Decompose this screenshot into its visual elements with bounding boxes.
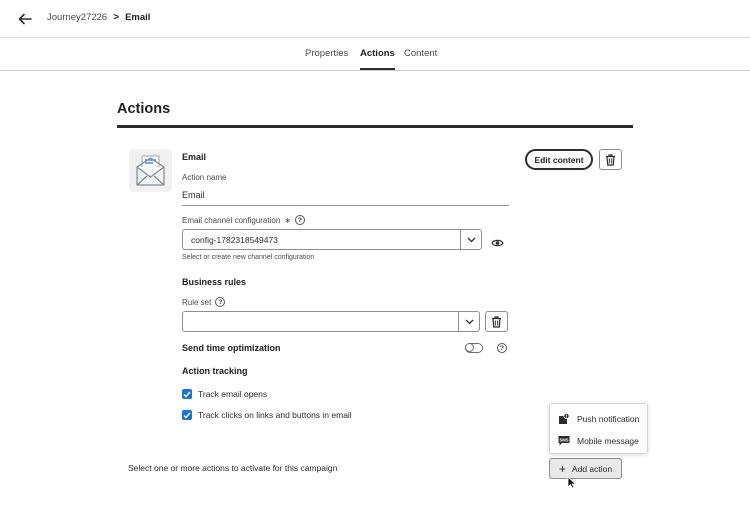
track-clicks-label: Track clicks on links and buttons in ema… [198, 410, 352, 420]
channel-config-label: Email channel configuration ∗ ? [182, 215, 305, 225]
menu-item-label: Push notification [577, 414, 640, 424]
back-arrow-icon[interactable] [16, 10, 34, 28]
help-icon[interactable]: ? [497, 343, 507, 353]
eye-icon[interactable] [491, 235, 504, 253]
footer-instruction: Select one or more actions to activate f… [128, 463, 338, 473]
track-opens-checkbox[interactable] [182, 389, 192, 399]
chevron-down-icon[interactable] [460, 230, 481, 249]
tab-properties[interactable]: Properties [305, 48, 348, 68]
add-action-button[interactable]: + Add action [549, 458, 622, 479]
sms-icon: SMS [558, 436, 570, 446]
business-rules-heading: Business rules [182, 277, 247, 287]
action-name-label: Action name [182, 173, 227, 182]
track-opens-label: Track email opens [198, 389, 268, 399]
channel-config-value: config-1782318549473 [191, 235, 278, 245]
menu-item-label: Mobile message [577, 435, 639, 446]
envelope-icon [136, 155, 165, 186]
action-name-underline [182, 205, 509, 206]
action-heading: Email [182, 152, 207, 162]
chevron-down-icon[interactable] [458, 312, 479, 331]
track-clicks-checkbox[interactable] [182, 410, 192, 420]
app-frame: Journey27226 > Email Properties Actions … [0, 0, 750, 508]
tab-content[interactable]: Content [404, 48, 437, 68]
tab-actions[interactable]: Actions [360, 48, 395, 70]
breadcrumb: Journey27226 > Email [47, 12, 150, 23]
channel-config-picker[interactable]: config-1782318549473 [182, 229, 482, 250]
section-divider [117, 125, 633, 128]
help-icon[interactable]: ? [294, 215, 305, 225]
add-action-label: Add action [571, 463, 613, 474]
trash-icon [492, 315, 501, 328]
page-title: Actions [117, 101, 171, 117]
edit-content-button[interactable]: Edit content [525, 149, 593, 170]
breadcrumb-parent[interactable]: Journey27226 [47, 12, 107, 23]
plus-icon: + [558, 461, 566, 476]
action-name-input[interactable]: Email [182, 190, 205, 200]
push-notification-icon [559, 413, 570, 424]
mouse-cursor-icon [567, 476, 577, 489]
channel-config-helptext: Select or create new channel configurati… [182, 254, 315, 261]
help-icon[interactable]: ? [215, 297, 226, 307]
send-time-toggle[interactable] [464, 342, 483, 353]
delete-action-button[interactable] [599, 149, 622, 170]
add-action-menu: Push notification SMS Mobile message [549, 403, 648, 454]
required-asterisk: ∗ [284, 215, 291, 225]
rule-set-label: Rule set ? [182, 297, 226, 307]
delete-rule-set-button[interactable] [485, 311, 508, 332]
breadcrumb-current: Email [125, 12, 151, 23]
breadcrumb-separator: > [113, 12, 120, 23]
action-tracking-heading: Action tracking [182, 366, 248, 376]
rule-set-picker[interactable] [182, 311, 480, 332]
tab-bar: Properties Actions Content [0, 38, 750, 71]
svg-text:SMS: SMS [559, 438, 568, 443]
track-opens-row[interactable]: Track email opens [182, 389, 267, 399]
header: Journey27226 > Email [0, 0, 750, 38]
email-thumbnail [129, 149, 172, 192]
menu-item-push-notification[interactable]: Push notification [558, 413, 639, 425]
send-time-label: Send time optimization [182, 343, 281, 353]
menu-item-mobile-message[interactable]: SMS Mobile message [558, 435, 639, 446]
track-clicks-row[interactable]: Track clicks on links and buttons in ema… [182, 410, 352, 420]
trash-icon [606, 153, 615, 166]
